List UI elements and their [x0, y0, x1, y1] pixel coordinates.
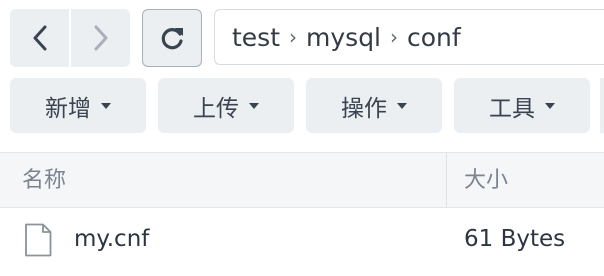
file-list-row[interactable]: my.cnf 61 Bytes	[0, 208, 604, 270]
tools-menu-button[interactable]: 工具	[454, 78, 590, 133]
chevron-left-icon	[33, 25, 46, 51]
column-resize-handle[interactable]	[446, 153, 447, 209]
caret-down-icon	[101, 102, 111, 109]
chevron-right-icon	[94, 25, 107, 51]
refresh-icon	[161, 28, 183, 50]
history-nav	[10, 9, 130, 67]
next-toolbar-button-edge[interactable]	[600, 78, 604, 133]
tools-menu-label: 工具	[489, 95, 535, 122]
breadcrumb-segment-test[interactable]: test	[232, 23, 280, 52]
file-size: 61 Bytes	[464, 226, 566, 252]
breadcrumb-separator-icon: ›	[390, 25, 399, 49]
create-menu-label: 新增	[45, 95, 91, 122]
action-menu-button[interactable]: 操作	[306, 78, 442, 133]
upload-menu-button[interactable]: 上传	[158, 78, 294, 133]
column-header-name[interactable]: 名称	[22, 153, 66, 209]
caret-down-icon	[545, 102, 555, 109]
refresh-button[interactable]	[142, 9, 202, 67]
back-button[interactable]	[10, 9, 69, 67]
create-menu-button[interactable]: 新增	[10, 78, 146, 133]
file-name: my.cnf	[74, 226, 150, 252]
caret-down-icon	[249, 102, 259, 109]
breadcrumb-separator-icon: ›	[289, 25, 298, 49]
caret-down-icon	[397, 102, 407, 109]
forward-button[interactable]	[69, 9, 130, 67]
breadcrumb-segment-conf[interactable]: conf	[407, 23, 461, 52]
breadcrumb-segment-mysql[interactable]: mysql	[306, 23, 381, 52]
column-header-size[interactable]: 大小	[464, 153, 508, 209]
file-icon	[25, 223, 52, 257]
upload-menu-label: 上传	[193, 95, 239, 122]
path-breadcrumb[interactable]: test › mysql › conf	[214, 9, 604, 65]
file-station-window: test › mysql › conf 新增 上传 操作 工具 名称 大小 my…	[0, 0, 604, 276]
action-menu-label: 操作	[341, 95, 387, 122]
file-list-header: 名称 大小	[0, 152, 604, 209]
